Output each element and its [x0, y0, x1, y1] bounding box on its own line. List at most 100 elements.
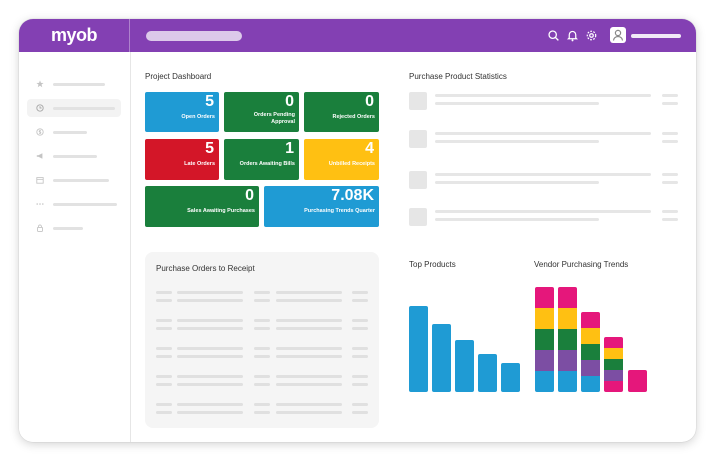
- sidebar-item-recent[interactable]: [27, 99, 121, 117]
- top-bar: myob: [19, 19, 696, 52]
- placeholder-line: [177, 375, 243, 378]
- placeholder-line: [662, 173, 678, 176]
- placeholder-line: [254, 319, 270, 322]
- placeholder-line: [662, 181, 678, 184]
- placeholder-line: [177, 319, 243, 322]
- star-icon: [36, 80, 44, 88]
- tile-label: Orders Awaiting Bills: [239, 161, 295, 167]
- top-product-bar[interactable]: [432, 324, 451, 392]
- logo[interactable]: myob: [19, 19, 130, 52]
- vendor-bar-segment[interactable]: [558, 287, 577, 308]
- sidebar-item-favorites[interactable]: [27, 75, 121, 93]
- vendor-bar-segment[interactable]: [535, 308, 554, 329]
- placeholder-line: [435, 173, 651, 176]
- placeholder-line: [352, 347, 368, 350]
- vendor-bar-segment[interactable]: [535, 371, 554, 392]
- placeholder-line: [276, 375, 342, 378]
- placeholder-line: [662, 210, 678, 213]
- vendor-bar-segment[interactable]: [604, 359, 623, 370]
- sidebar-item-label: [53, 226, 83, 230]
- vendor-bar-segment[interactable]: [581, 328, 600, 344]
- placeholder-line: [177, 327, 243, 330]
- vendor-trends-title: Vendor Purchasing Trends: [534, 260, 629, 269]
- vendor-bar-segment[interactable]: [535, 329, 554, 350]
- dollar-icon: [36, 128, 44, 136]
- placeholder-line: [352, 403, 368, 406]
- placeholder-line: [276, 319, 342, 322]
- placeholder-line: [435, 132, 651, 135]
- tile-rejected-orders[interactable]: 0 Rejected Orders: [304, 92, 379, 132]
- search-input[interactable]: [146, 31, 242, 41]
- placeholder-line: [352, 291, 368, 294]
- tile-value: 0: [245, 187, 254, 204]
- placeholder-line: [352, 375, 368, 378]
- tile-label: Orders Pending Approval: [253, 112, 295, 125]
- dashboard-title: Project Dashboard: [145, 72, 212, 81]
- tile-late-orders[interactable]: 5 Late Orders: [145, 139, 219, 180]
- bell-icon[interactable]: [566, 29, 579, 42]
- placeholder-line: [177, 299, 243, 302]
- placeholder-line: [254, 291, 270, 294]
- sidebar-item-security[interactable]: [27, 219, 121, 237]
- tile-label: Late Orders: [184, 161, 215, 167]
- vendor-bar-segment[interactable]: [604, 370, 623, 381]
- placeholder-line: [156, 411, 172, 414]
- tile-sales-awaiting-purchases[interactable]: 0 Sales Awaiting Purchases: [145, 186, 259, 227]
- placeholder-line: [254, 347, 270, 350]
- username[interactable]: [631, 34, 681, 38]
- sidebar-item-calendar[interactable]: [27, 171, 121, 189]
- placeholder-line: [435, 210, 651, 213]
- tile-purchasing-trends-quarter[interactable]: 7.08K Purchasing Trends Quarter: [264, 186, 379, 227]
- sidebar-item-finance[interactable]: [27, 123, 121, 141]
- vendor-bar-segment[interactable]: [604, 337, 623, 348]
- vendor-bar-segment[interactable]: [628, 370, 647, 392]
- vendor-bar-segment[interactable]: [535, 287, 554, 308]
- tile-value: 5: [205, 93, 214, 110]
- top-product-bar[interactable]: [478, 354, 497, 392]
- placeholder-line: [352, 319, 368, 322]
- orders-card: Purchase Orders to Receipt: [145, 252, 379, 428]
- gear-icon[interactable]: [585, 29, 598, 42]
- sidebar-item-announcements[interactable]: [27, 147, 121, 165]
- placeholder-line: [156, 291, 172, 294]
- tile-open-orders[interactable]: 5 Open Orders: [145, 92, 219, 132]
- vendor-bar-segment[interactable]: [558, 350, 577, 371]
- placeholder-line: [276, 411, 342, 414]
- placeholder-line: [177, 347, 243, 350]
- vendor-bar-segment[interactable]: [558, 308, 577, 329]
- tile-label: Rejected Orders: [332, 114, 376, 120]
- vendor-bar-segment[interactable]: [604, 348, 623, 359]
- user-icon: [612, 29, 624, 41]
- placeholder-line: [276, 347, 342, 350]
- search-icon[interactable]: [547, 29, 560, 42]
- tile-unbilled-receipts[interactable]: 4 Unbilled Receipts: [304, 139, 379, 180]
- tile-orders-awaiting-bills[interactable]: 1 Orders Awaiting Bills: [224, 139, 299, 180]
- vendor-bar-segment[interactable]: [581, 312, 600, 328]
- placeholder-line: [254, 327, 270, 330]
- vendor-bar-segment[interactable]: [535, 350, 554, 371]
- placeholder-line: [177, 411, 243, 414]
- more-icon: [36, 203, 44, 205]
- vendor-bar-segment[interactable]: [558, 329, 577, 350]
- placeholder-line: [662, 140, 678, 143]
- placeholder-line: [276, 299, 342, 302]
- sidebar-item-more[interactable]: [27, 195, 121, 213]
- tile-orders-pending-approval[interactable]: 0 Orders Pending Approval: [224, 92, 299, 132]
- top-product-bar[interactable]: [455, 340, 474, 392]
- sidebar: [19, 52, 131, 442]
- lock-icon: [36, 224, 44, 232]
- vendor-bar-segment[interactable]: [558, 371, 577, 392]
- avatar[interactable]: [610, 27, 626, 43]
- vendor-bar-segment[interactable]: [604, 381, 623, 392]
- placeholder-line: [156, 383, 172, 386]
- megaphone-icon: [36, 153, 43, 159]
- placeholder-line: [435, 94, 651, 97]
- top-product-bar[interactable]: [409, 306, 428, 392]
- top-product-bar[interactable]: [501, 363, 520, 392]
- vendor-bar-segment[interactable]: [581, 376, 600, 392]
- sidebar-item-label: [53, 178, 109, 182]
- placeholder-line: [435, 140, 599, 143]
- vendor-bar-segment[interactable]: [581, 360, 600, 376]
- vendor-bar-segment[interactable]: [581, 344, 600, 360]
- tile-label: Sales Awaiting Purchases: [187, 208, 255, 214]
